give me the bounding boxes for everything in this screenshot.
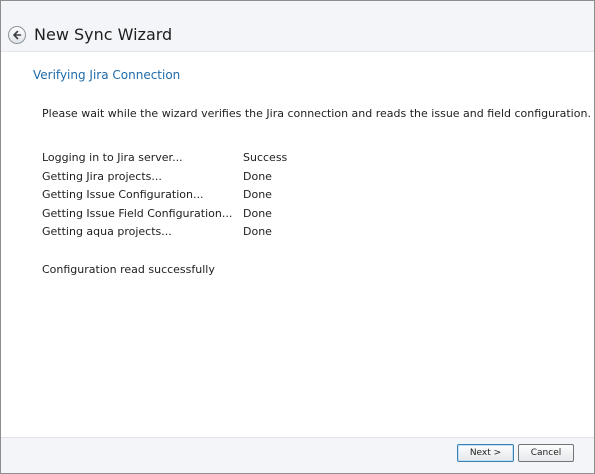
- step-status: Done: [243, 206, 272, 220]
- step-row: Getting Jira projects... Done: [42, 170, 362, 189]
- step-row: Getting Issue Configuration... Done: [42, 188, 362, 207]
- step-label: Getting Issue Configuration...: [42, 188, 204, 201]
- step-row: Getting Issue Field Configuration... Don…: [42, 207, 362, 226]
- button-bar: Next > Cancel: [1, 437, 594, 473]
- step-label: Getting Jira projects...: [42, 169, 162, 183]
- verification-steps: Logging in to Jira server... Success Get…: [42, 151, 362, 244]
- next-button[interactable]: Next >: [457, 444, 514, 462]
- result-message: Configuration read successfully: [42, 263, 215, 276]
- step-status: Success: [243, 151, 288, 164]
- title-bar: New Sync Wizard: [1, 1, 594, 52]
- wizard-content: Verifying Jira Connection Please wait wh…: [1, 52, 594, 438]
- wizard-title: New Sync Wizard: [34, 25, 173, 44]
- page-description: Please wait while the wizard verifies th…: [42, 107, 591, 120]
- step-label: Getting aqua projects...: [42, 225, 172, 238]
- step-label: Getting Issue Field Configuration...: [42, 206, 233, 220]
- cancel-button[interactable]: Cancel: [518, 444, 574, 462]
- step-status: Done: [243, 188, 272, 201]
- step-label: Logging in to Jira server...: [42, 151, 183, 164]
- page-heading: Verifying Jira Connection: [33, 68, 181, 82]
- wizard-window: New Sync Wizard Verifying Jira Connectio…: [0, 0, 595, 474]
- back-button[interactable]: [8, 26, 26, 44]
- step-status: Done: [243, 169, 272, 183]
- step-row: Getting aqua projects... Done: [42, 225, 362, 244]
- back-arrow-icon: [13, 30, 22, 40]
- step-status: Done: [243, 225, 272, 238]
- step-row: Logging in to Jira server... Success: [42, 151, 362, 170]
